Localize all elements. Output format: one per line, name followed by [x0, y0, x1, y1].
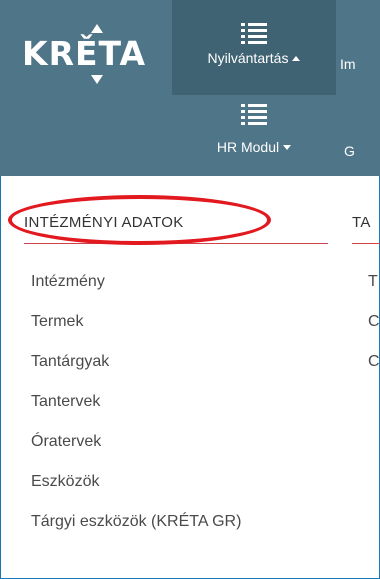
- menu-link-intezmeny[interactable]: Intézmény: [31, 273, 105, 291]
- menu-link-tantervek[interactable]: Tantervek: [31, 393, 100, 411]
- menu-link-eszkozok[interactable]: Eszközök: [31, 473, 99, 491]
- nav-g[interactable]: G: [344, 97, 380, 176]
- menu-link-termek[interactable]: Termek: [31, 313, 83, 331]
- nav-label: Im: [340, 56, 356, 72]
- list-icon: [241, 23, 267, 44]
- section-divider: [352, 243, 380, 244]
- menu-link-c2[interactable]: C: [368, 353, 380, 371]
- logo-triangle-up-icon: [91, 24, 103, 33]
- nav-label: HR Modul: [172, 139, 336, 155]
- caret-down-icon: [283, 145, 292, 150]
- logo-text: KRĚTA: [22, 34, 147, 73]
- logo-triangle-down-icon: [91, 75, 103, 84]
- top-navbar: KRĚTA Nyilvántartás Im HR Modul G: [0, 0, 380, 176]
- menu-link-c1[interactable]: C: [368, 313, 380, 331]
- list-icon: [241, 104, 267, 125]
- nav-nyilvantartas[interactable]: Nyilvántartás: [172, 0, 336, 95]
- nav-im[interactable]: Im: [340, 0, 380, 95]
- nav-label: Nyilvántartás: [172, 50, 336, 66]
- nav-label: G: [344, 143, 355, 159]
- menu-link-targyi-eszkozok[interactable]: Tárgyi eszközök (KRÉTA GR): [31, 513, 241, 531]
- menu-link-t[interactable]: T: [368, 273, 378, 291]
- menu-link-oratervek[interactable]: Óratervek: [31, 433, 101, 451]
- nav-hr-modul[interactable]: HR Modul: [172, 97, 336, 176]
- section-title: TA: [352, 214, 371, 231]
- caret-up-icon: [292, 56, 301, 61]
- red-highlight-ellipse: [8, 195, 271, 245]
- menu-link-tantargyak[interactable]: Tantárgyak: [31, 353, 109, 371]
- kreta-logo[interactable]: KRĚTA: [22, 22, 172, 84]
